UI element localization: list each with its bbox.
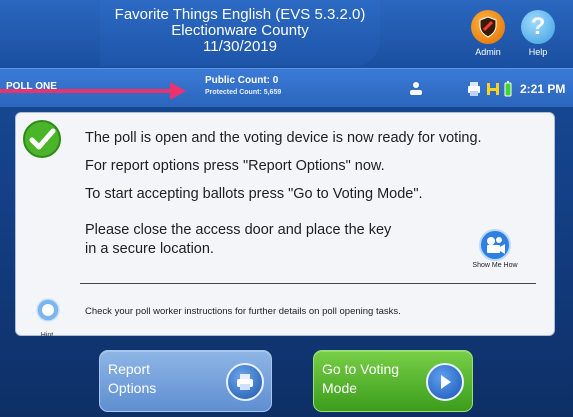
annotation-arrow-head — [170, 82, 186, 100]
printer-icon — [466, 81, 482, 102]
voting-instruction: To start accepting ballots press "Go to … — [85, 186, 423, 202]
help-button[interactable]: ? Help — [513, 10, 563, 57]
printer-icon — [226, 363, 264, 401]
show-me-how-link[interactable]: Show Me How — [460, 262, 530, 269]
report-button-label-line1: Report — [108, 361, 151, 377]
panel-divider — [80, 283, 536, 284]
voting-button-label-line2: Mode — [322, 380, 358, 396]
hint-text: Check your poll worker instructions for … — [85, 306, 401, 317]
clock-time: 2:21 PM — [520, 82, 566, 96]
status-bar: POLL ONE Public Count: 0 Protected Count… — [0, 68, 573, 107]
hint-label: Hint — [40, 332, 54, 339]
election-date: 11/30/2019 — [203, 38, 277, 55]
voting-button-label-line1: Go to Voting — [322, 361, 400, 377]
protected-count: Protected Count: 5,659 — [205, 89, 282, 96]
user-icon — [408, 81, 424, 102]
admin-button[interactable]: Admin — [463, 10, 513, 57]
usb-drive-icon — [486, 81, 500, 102]
go-to-voting-mode-button[interactable]: Go to Voting Mode — [313, 350, 473, 412]
public-count: Public Count: 0 — [205, 75, 279, 86]
shield-icon — [471, 10, 505, 44]
annotation-arrow-shaft — [0, 89, 176, 93]
report-options-button[interactable]: Report Options — [99, 350, 272, 412]
header-bar: Favorite Things English (EVS 5.3.2.0) El… — [0, 0, 573, 68]
app-window: Favorite Things English (EVS 5.3.2.0) El… — [0, 0, 573, 417]
report-button-label-line2: Options — [108, 380, 157, 396]
question-mark-icon: ? — [521, 10, 555, 44]
battery-icon — [504, 81, 512, 102]
checkmark-icon — [22, 119, 62, 164]
admin-label: Admin — [475, 47, 501, 57]
status-message: The poll is open and the voting device i… — [85, 130, 482, 146]
info-icon[interactable] — [36, 298, 60, 327]
security-instruction-line1: Please close the access door and place t… — [85, 222, 392, 238]
security-instruction-line2: in a secure location. — [85, 241, 214, 257]
report-instruction: For report options press "Report Options… — [85, 158, 385, 174]
arrow-right-icon — [426, 363, 464, 401]
help-label: Help — [528, 47, 548, 57]
